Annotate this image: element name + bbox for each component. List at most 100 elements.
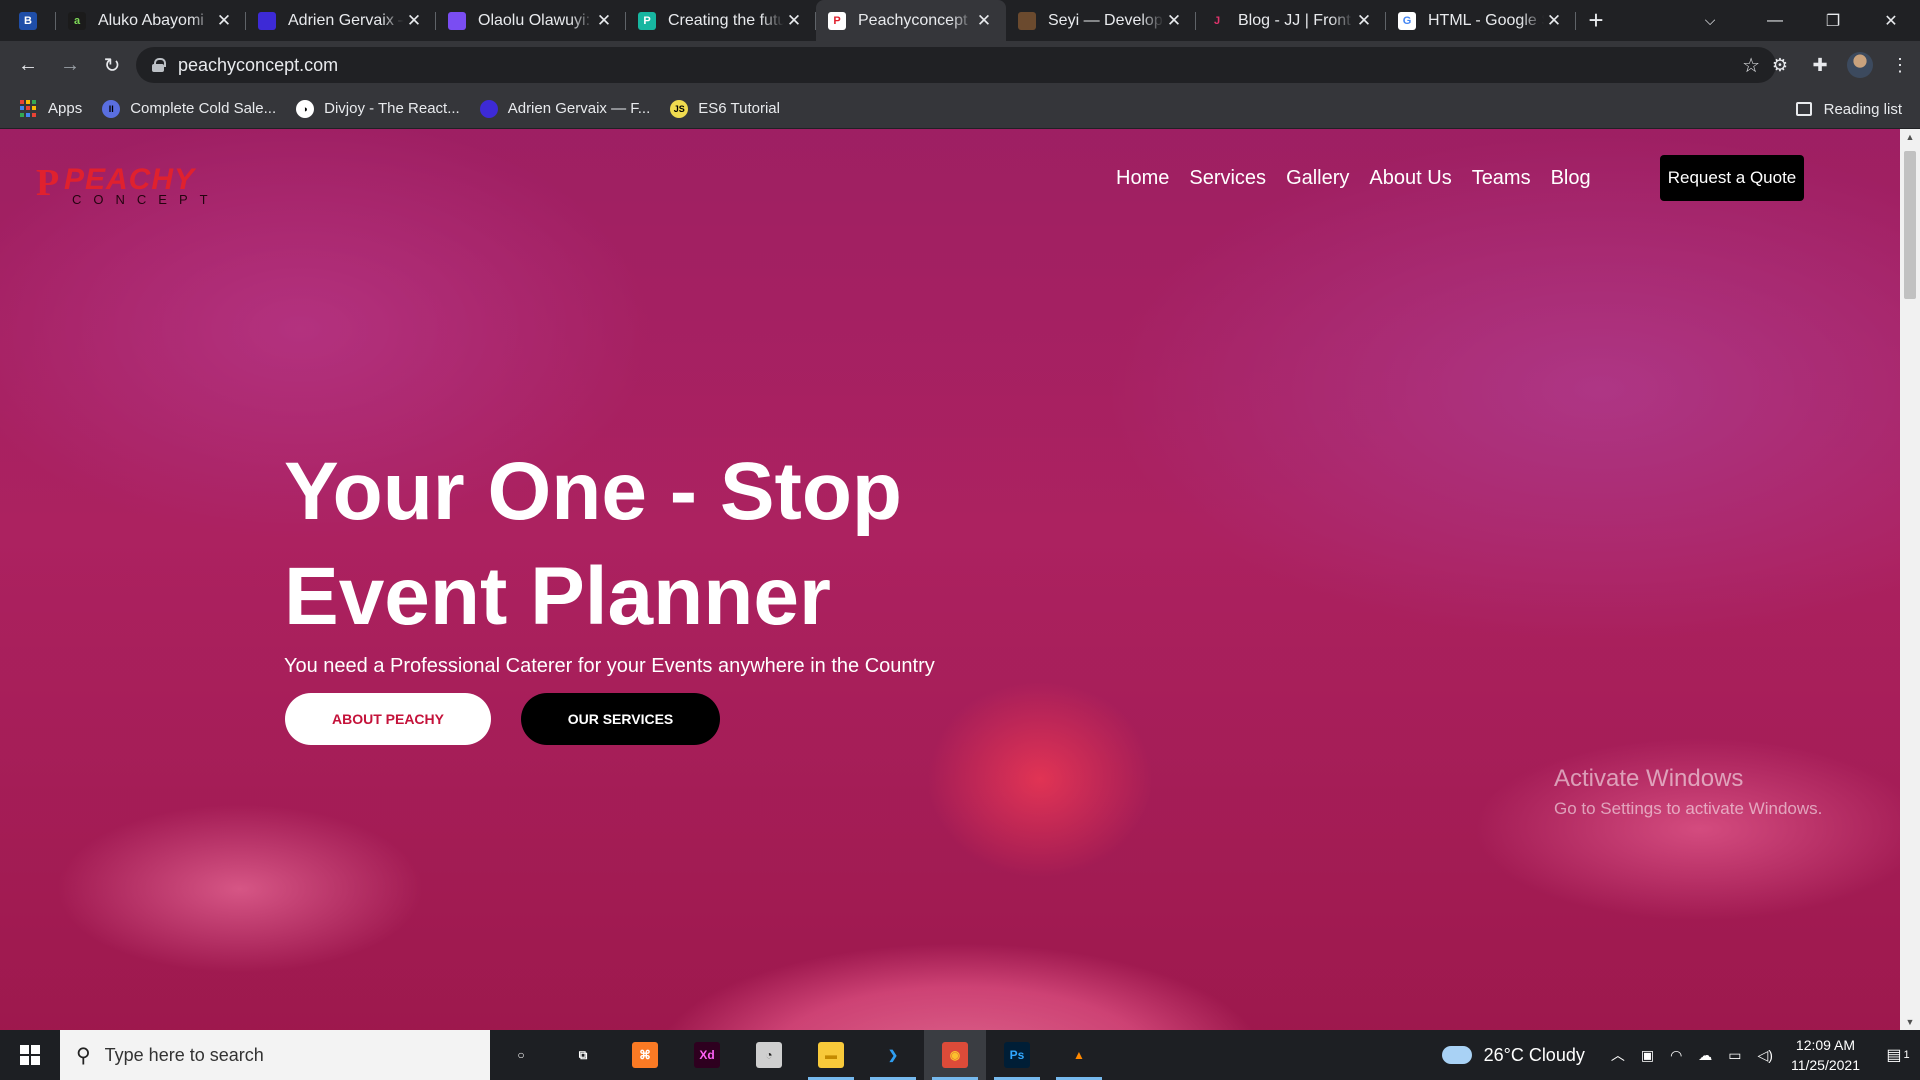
clock-app-taskbar-button[interactable]: ◔ bbox=[738, 1030, 800, 1080]
vlc-taskbar-button[interactable]: ▲ bbox=[1048, 1030, 1110, 1080]
activate-title: Activate Windows bbox=[1554, 765, 1744, 792]
clock-time: 12:09 AM bbox=[1795, 1037, 1856, 1053]
scroll-thumb[interactable] bbox=[1904, 151, 1916, 299]
brand-tagline: CONCEPT bbox=[72, 192, 220, 207]
clock[interactable]: 12:09 AM 11/25/2021 bbox=[1791, 1035, 1860, 1075]
bookmarks-bar: Apps II Complete Cold Sale... ◑ Divjoy - The… bbox=[0, 89, 1920, 129]
nav-link-home[interactable]: Home bbox=[1116, 167, 1169, 190]
tab-favicon-icon: P bbox=[828, 11, 846, 30]
battery-icon[interactable]: ▭ bbox=[1728, 1047, 1741, 1064]
tab-search-chevron-icon[interactable]: ⌵ bbox=[1690, 0, 1730, 41]
bookmark-item[interactable]: JS ES6 Tutorial bbox=[670, 94, 780, 124]
tab-title: Creating the futu bbox=[668, 11, 784, 29]
our-services-button[interactable]: OUR SERVICES bbox=[521, 693, 720, 745]
weather-widget[interactable]: 26°C Cloudy bbox=[1441, 1045, 1585, 1066]
nav-link-gallery[interactable]: Gallery bbox=[1286, 167, 1349, 190]
forward-button[interactable]: → bbox=[50, 45, 90, 85]
browser-tab[interactable]: a Aluko Abayomi ✕ bbox=[56, 0, 246, 41]
lock-icon bbox=[152, 58, 166, 72]
network-icon[interactable]: ◠ bbox=[1670, 1047, 1682, 1064]
restore-button[interactable]: ❐ bbox=[1804, 0, 1862, 41]
chrome-icon: ◉ bbox=[942, 1042, 968, 1068]
taskbar-search[interactable]: ⚲ Type here to search bbox=[60, 1030, 490, 1080]
chrome-menu-icon[interactable]: ⋮ bbox=[1880, 45, 1920, 85]
vscode-taskbar-button[interactable]: ❯ bbox=[862, 1030, 924, 1080]
nav-link-blog[interactable]: Blog bbox=[1551, 167, 1591, 190]
page-scrollbar[interactable]: ▲ ▼ bbox=[1900, 129, 1920, 1030]
task-view-icon: ⧉ bbox=[578, 1047, 588, 1062]
tab-favicon-icon bbox=[258, 11, 276, 30]
system-tray: 26°C Cloudy ︿ ▣ ◠ ☁ ▭ ◁) 12:09 AM 11/25/… bbox=[1441, 1030, 1920, 1080]
tab-title: Olaolu Olawuyi: I bbox=[478, 11, 594, 29]
reading-list-button[interactable]: Reading list bbox=[1795, 89, 1902, 129]
tab-close-icon[interactable]: ✕ bbox=[1354, 11, 1374, 31]
tab-pinned[interactable]: B bbox=[0, 0, 56, 41]
volume-icon[interactable]: ◁) bbox=[1758, 1047, 1773, 1064]
tab-close-icon[interactable]: ✕ bbox=[784, 11, 804, 31]
new-tab-button[interactable]: + bbox=[1576, 0, 1616, 41]
browser-toolbar: ← → ↻ peachyconcept.com ☆ ⚙ ✚ ⋮ bbox=[0, 41, 1920, 89]
bookmark-item[interactable]: Adrien Gervaix — F... bbox=[479, 94, 651, 124]
tab-favicon-icon: G bbox=[1398, 11, 1416, 30]
back-button[interactable]: ← bbox=[8, 45, 48, 85]
bookmark-item[interactable]: II Complete Cold Sale... bbox=[102, 94, 276, 124]
tab-close-icon[interactable]: ✕ bbox=[1164, 11, 1184, 31]
reload-button[interactable]: ↻ bbox=[92, 45, 132, 85]
browser-tab[interactable]: J Blog - JJ | Front E ✕ bbox=[1196, 0, 1386, 41]
bookmark-star-icon[interactable]: ☆ bbox=[1742, 53, 1760, 78]
brand-logo[interactable]: P PEACHY CONCEPT bbox=[36, 159, 226, 209]
scroll-down-icon[interactable]: ▼ bbox=[1900, 1014, 1920, 1030]
tab-close-icon[interactable]: ✕ bbox=[1544, 11, 1564, 31]
tray-chevron-icon[interactable]: ︿ bbox=[1611, 1045, 1625, 1065]
tab-close-icon[interactable]: ✕ bbox=[404, 11, 424, 31]
task-view-taskbar-button[interactable]: ⧉ bbox=[552, 1030, 614, 1080]
tab-close-icon[interactable]: ✕ bbox=[974, 11, 994, 31]
scroll-up-icon[interactable]: ▲ bbox=[1900, 129, 1920, 145]
bookmark-item[interactable]: Apps bbox=[20, 94, 82, 124]
extensions-puzzle-icon[interactable]: ✚ bbox=[1800, 45, 1840, 85]
request-quote-button[interactable]: Request a Quote bbox=[1660, 155, 1804, 201]
nav-link-teams[interactable]: Teams bbox=[1472, 167, 1531, 190]
bookmark-label: Apps bbox=[48, 100, 83, 117]
meet-now-icon[interactable]: ▣ bbox=[1641, 1047, 1654, 1064]
browser-tab[interactable]: Seyi — Develope ✕ bbox=[1006, 0, 1196, 41]
reading-list-icon bbox=[1795, 102, 1812, 116]
chrome-taskbar-button[interactable]: ◉ bbox=[924, 1030, 986, 1080]
tab-close-icon[interactable]: ✕ bbox=[214, 11, 234, 31]
photoshop-taskbar-button[interactable]: Ps bbox=[986, 1030, 1048, 1080]
vlc-icon: ▲ bbox=[1073, 1048, 1085, 1062]
tab-favicon-icon: J bbox=[1208, 11, 1226, 30]
close-window-button[interactable]: ✕ bbox=[1862, 0, 1920, 41]
nav-link-services[interactable]: Services bbox=[1189, 167, 1266, 190]
tab-close-icon[interactable]: ✕ bbox=[594, 11, 614, 31]
about-peachy-button[interactable]: ABOUT PEACHY bbox=[285, 693, 491, 745]
activate-windows-watermark: Activate Windows Go to Settings to activ… bbox=[1554, 765, 1822, 819]
xampp-taskbar-button[interactable]: ⌘ bbox=[614, 1030, 676, 1080]
browser-tab[interactable]: Adrien Gervaix – ✕ bbox=[246, 0, 436, 41]
clock-date: 11/25/2021 bbox=[1790, 1057, 1860, 1073]
cloud-icon bbox=[1441, 1046, 1472, 1064]
adobe-xd-taskbar-button[interactable]: Xd bbox=[676, 1030, 738, 1080]
notifications-button[interactable]: ▤ 1 bbox=[1876, 1030, 1920, 1080]
address-bar[interactable]: peachyconcept.com ☆ bbox=[136, 47, 1776, 83]
bookmark-label: ES6 Tutorial bbox=[698, 100, 780, 117]
extension-gear-icon[interactable]: ⚙ bbox=[1760, 45, 1800, 85]
cortana-taskbar-button[interactable]: ○ bbox=[490, 1030, 552, 1080]
browser-tab[interactable]: P Creating the futu ✕ bbox=[626, 0, 816, 41]
nav-link-about-us[interactable]: About Us bbox=[1369, 167, 1451, 190]
windows-taskbar: ⚲ Type here to search ○ ⧉ ⌘ Xd ◔ ▬ ❯ ◉ Ps ▲ 26°C … bbox=[0, 1030, 1920, 1080]
file-explorer-taskbar-button[interactable]: ▬ bbox=[800, 1030, 862, 1080]
browser-tab[interactable]: P Peachyconcept ✕ bbox=[816, 0, 1006, 41]
headline-line-1: Your One - Stop bbox=[284, 446, 903, 537]
profile-avatar[interactable] bbox=[1847, 52, 1873, 78]
tab-title: Blog - JJ | Front E bbox=[1238, 11, 1354, 29]
bookmark-label: Adrien Gervaix — F... bbox=[507, 100, 651, 117]
minimize-button[interactable]: — bbox=[1746, 0, 1804, 41]
browser-tab[interactable]: G HTML - Google S ✕ bbox=[1386, 0, 1576, 41]
bookmark-item[interactable]: ◑ Divjoy - The React... bbox=[296, 94, 460, 124]
browser-tab[interactable]: Olaolu Olawuyi: I ✕ bbox=[436, 0, 626, 41]
bookmark-label: Complete Cold Sale... bbox=[130, 100, 277, 117]
notification-icon: ▤ bbox=[1886, 1047, 1902, 1064]
start-button[interactable] bbox=[0, 1030, 60, 1080]
onedrive-icon[interactable]: ☁ bbox=[1698, 1047, 1712, 1064]
